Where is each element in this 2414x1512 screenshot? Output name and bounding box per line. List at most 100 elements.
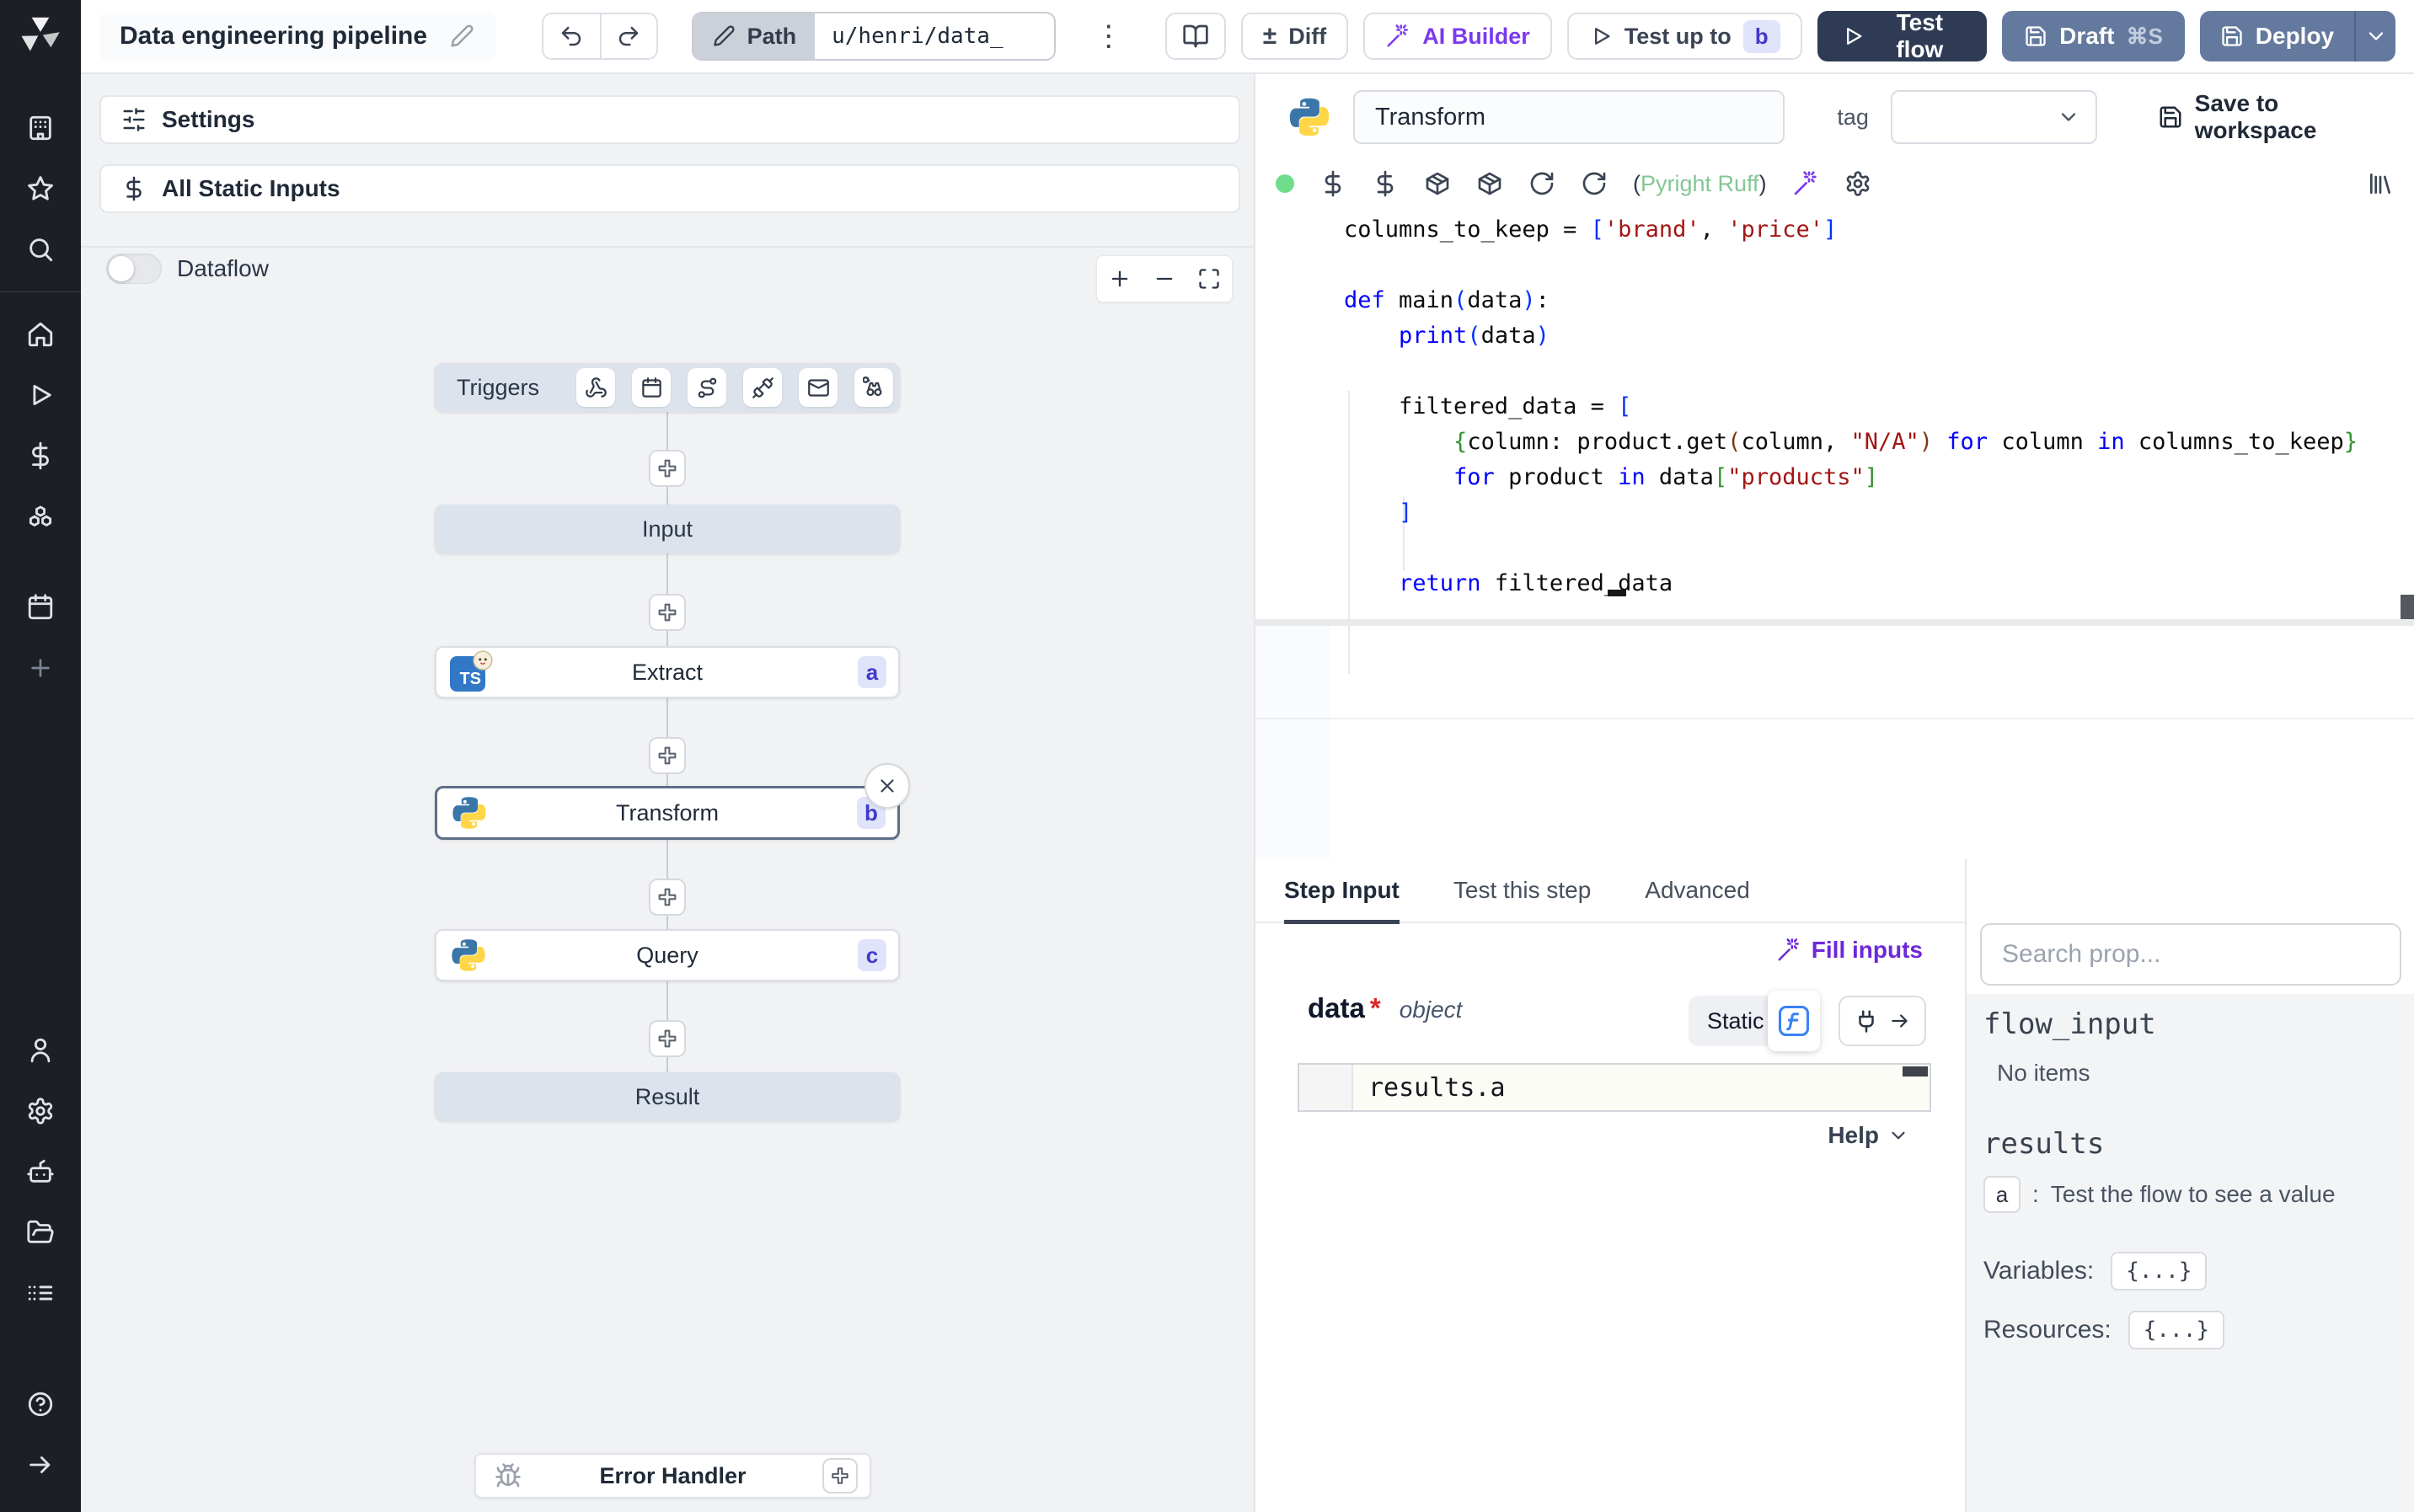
settings-gear-icon[interactable] [0,1081,81,1141]
test-up-to-step-badge: b [1742,19,1780,53]
folders-icon[interactable] [0,1202,81,1263]
undo-button[interactable] [543,14,600,58]
redo-button[interactable] [599,14,656,58]
tab-test-this-step[interactable]: Test this step [1453,858,1591,922]
workspace-icon[interactable] [0,98,81,158]
zoom-in-plus-icon[interactable] [1108,267,1132,291]
transform-step-node[interactable]: Transform b [435,786,900,840]
editor-settings-gear-icon[interactable] [1844,170,1871,197]
email-trigger-icon[interactable] [799,368,838,407]
test-up-to-button[interactable]: Test up to b [1566,13,1802,60]
help-icon[interactable] [0,1374,81,1435]
search-prop-input[interactable] [1980,923,2401,986]
flow-input-header[interactable]: flow_input [1983,1007,2405,1041]
add-menu-plus-icon[interactable] [0,638,81,698]
zoom-out-minus-icon[interactable] [1153,267,1176,291]
all-static-inputs-row[interactable]: All Static Inputs [99,164,1240,213]
add-step-plus-icon[interactable] [649,1020,686,1057]
path-value-input[interactable]: u/henri/data_ [815,13,1054,59]
results-header[interactable]: results [1983,1127,2405,1161]
workers-robot-icon[interactable] [0,1141,81,1202]
save-to-workspace-button[interactable]: Save to workspace [2158,90,2384,144]
resource-package-icon[interactable] [1424,170,1451,197]
javascript-expression-mode-button[interactable] [1768,991,1820,1051]
logs-list-icon[interactable] [0,1263,81,1323]
all-static-inputs-label: All Static Inputs [162,175,340,201]
polling-watch-trigger-icon[interactable] [854,368,894,407]
extract-step-node[interactable]: TS Extract a [435,646,900,698]
path-button-group: Path u/henri/data_ [691,12,1056,61]
flow-title-box[interactable]: Data engineering pipeline [99,12,497,61]
add-step-plus-icon[interactable] [649,450,686,487]
ai-wand-icon[interactable] [1792,170,1819,197]
result-node[interactable]: Result [435,1072,900,1121]
diff-button[interactable]: ± Diff [1240,13,1349,60]
docs-book-button[interactable] [1164,13,1226,60]
expression-editor[interactable]: results.a [1298,1063,1931,1112]
search-icon[interactable] [0,219,81,280]
input-node[interactable]: Input [435,505,900,553]
path-button-label: Path [747,23,797,49]
tab-step-input[interactable]: Step Input [1284,858,1400,924]
edit-title-pencil-icon[interactable] [449,24,474,49]
query-step-node[interactable]: Query c [435,929,900,981]
deploy-button[interactable]: Deploy [2200,11,2354,61]
expand-sidebar-arrow-icon[interactable] [0,1435,81,1495]
python-icon [1287,95,1331,139]
test-flow-button[interactable]: Test flow [1817,9,1988,62]
sliders-settings-icon [121,107,147,132]
home-icon[interactable] [0,304,81,365]
error-handler-node[interactable]: Error Handler [474,1453,871,1499]
deploy-dropdown-button[interactable] [2354,11,2395,61]
windmill-logo-icon[interactable] [18,12,63,57]
add-step-plus-icon[interactable] [649,737,686,774]
resources-label: Resources: [1983,1316,2112,1344]
connect-input-button[interactable] [1839,996,1926,1046]
ai-builder-label: AI Builder [1422,23,1530,49]
save-draft-button[interactable]: Draft ⌘S [2002,11,2185,61]
path-value: u/henri/data_ [832,24,1004,49]
schedule-trigger-icon[interactable] [632,368,672,407]
http-route-trigger-icon[interactable] [688,368,727,407]
flow-settings-row[interactable]: Settings [99,95,1240,144]
more-options-kebab-icon[interactable]: ⋮ [1083,19,1135,53]
variables-object-badge[interactable]: {...} [2111,1252,2208,1290]
user-icon[interactable] [0,1020,81,1081]
favorites-star-icon[interactable] [0,158,81,219]
webhook-trigger-icon[interactable] [576,368,616,407]
resources-boxes-icon[interactable] [0,486,81,547]
result-separator: : [2032,1181,2039,1207]
dataflow-toggle[interactable] [106,254,162,284]
help-toggle[interactable]: Help [1828,1122,1909,1149]
path-button[interactable]: Path [693,13,816,59]
add-step-plus-icon[interactable] [649,594,686,631]
resource-type-package-icon[interactable] [1476,170,1503,197]
result-key-badge[interactable]: a [1983,1176,2021,1213]
fill-inputs-button[interactable]: Fill inputs [1776,937,1923,964]
remove-step-close-icon[interactable] [864,763,910,809]
step-editor-panel: Transform tag Save to workspace (Pyright… [1255,74,2414,1512]
add-step-plus-icon[interactable] [649,879,686,916]
triggers-node[interactable]: Triggers [435,363,900,412]
ai-builder-button[interactable]: AI Builder [1363,13,1552,60]
variables-dollar-icon[interactable] [0,425,81,486]
websocket-trigger-icon[interactable] [743,368,783,407]
contextual-variable-dollar-icon[interactable] [1372,170,1399,197]
tag-select[interactable] [1890,90,2097,144]
schedules-calendar-icon[interactable] [0,577,81,638]
python-code: columns_to_keep = ['brand', 'price'] def… [1344,216,2358,596]
reset-icon[interactable] [1581,170,1608,197]
runs-play-icon[interactable] [0,365,81,425]
transform-node-label: Transform [615,799,719,825]
script-library-icon[interactable] [2367,170,2394,197]
reload-icon[interactable] [1528,170,1555,197]
fit-view-icon[interactable] [1197,267,1221,291]
step-name-input[interactable]: Transform [1353,90,1785,144]
variables-row: Variables: {...} [1983,1252,2405,1290]
required-marker: * [1369,992,1381,1023]
resources-object-badge[interactable]: {...} [2128,1311,2225,1349]
variables-dollar-icon[interactable] [1319,170,1346,197]
tab-advanced[interactable]: Advanced [1645,858,1750,922]
code-editor[interactable]: columns_to_keep = ['brand', 'price'] def… [1255,207,2414,674]
input-node-label: Input [641,516,693,542]
